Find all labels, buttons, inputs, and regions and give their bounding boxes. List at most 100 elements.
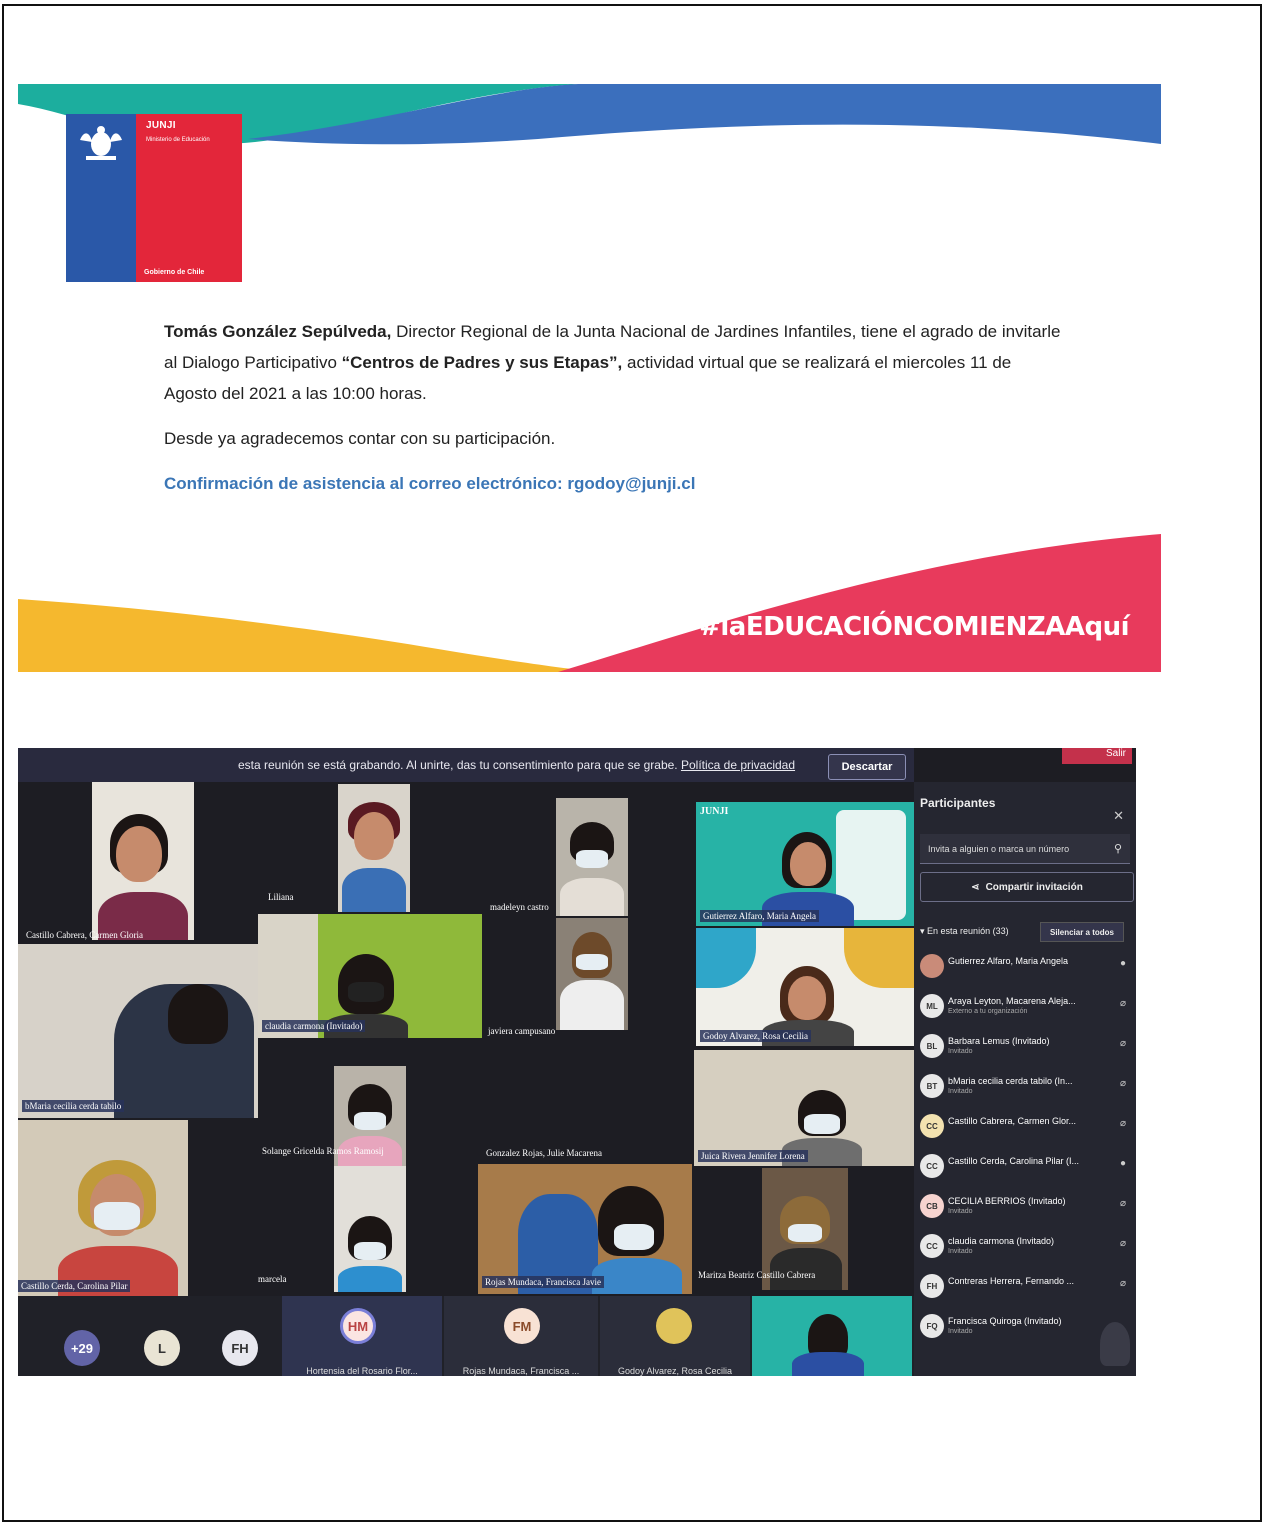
tile-name: Castillo Cerda, Carolina Pilar: [18, 1280, 131, 1292]
participant-row[interactable]: BL Barbara Lemus (Invitado) Invitado ⌀: [918, 1028, 1132, 1066]
close-icon[interactable]: ✕: [1113, 808, 1124, 824]
participant-tile[interactable]: Godoy Alvarez, Rosa Cecilia: [600, 1296, 750, 1376]
sender-name: Tomás González Sepúlveda,: [164, 322, 392, 341]
participant-row[interactable]: CC Castillo Cabrera, Carmen Glor... ⌀: [918, 1108, 1132, 1146]
mic-off-icon: ⌀: [1119, 998, 1126, 1009]
mic-icon: ●: [1119, 958, 1126, 969]
tile-name: madeleyn castro: [490, 902, 549, 912]
mic-off-icon: ⌀: [1119, 1238, 1126, 1249]
privacy-policy-link[interactable]: Política de privacidad: [681, 758, 795, 772]
video-tile[interactable]: [556, 918, 628, 1030]
participant-name: Castillo Cabrera, Carmen Glor...: [948, 1116, 1077, 1126]
avatar: FH: [920, 1274, 944, 1298]
video-tile[interactable]: [334, 1166, 406, 1292]
mic-off-icon: ⌀: [1119, 1078, 1126, 1089]
video-tile[interactable]: Godoy Alvarez, Rosa Cecilia: [696, 928, 914, 1046]
participant-name: Rojas Mundaca, Francisca ...: [462, 1366, 580, 1376]
participant-name: Gutierrez Alfaro, Maria Angela: [948, 956, 1069, 966]
tile-name: javiera campusano: [488, 1026, 556, 1036]
participant-name: claudia carmona (Invitado): [948, 1236, 1055, 1246]
invitation-paragraph: Tomás González Sepúlveda, Director Regio…: [164, 316, 1064, 409]
participant-tile[interactable]: HM Hortensia del Rosario Flor...: [282, 1296, 442, 1376]
junji-logo: JUNJI Ministerio de Educación Gobierno d…: [66, 114, 242, 282]
participant-row[interactable]: FH Contreras Herrera, Fernando ... ⌀: [918, 1268, 1132, 1306]
tile-name: Juica Rivera Jennifer Lorena: [698, 1150, 808, 1162]
participants-panel: Participantes ✕ Invita a alguien o marca…: [914, 782, 1136, 1376]
video-tile[interactable]: claudia carmona (Invitado): [258, 914, 482, 1038]
self-video-thumbnail: [1100, 1322, 1130, 1366]
leave-button[interactable]: Salir: [1062, 748, 1132, 764]
tile-brand: JUNJI: [700, 806, 729, 817]
video-tile[interactable]: Castillo Cerda, Carolina Pilar: [18, 1120, 188, 1296]
share-label: Compartir invitación: [985, 881, 1083, 893]
participant-name: Godoy Alvarez, Rosa Cecilia: [617, 1366, 733, 1376]
participant-subtitle: Invitado: [948, 1088, 973, 1095]
participant-tile[interactable]: FM Rojas Mundaca, Francisca ...: [444, 1296, 598, 1376]
avatar[interactable]: FH: [222, 1330, 258, 1366]
participant-name: Barbara Lemus (Invitado): [948, 1036, 1050, 1046]
video-tile[interactable]: [556, 798, 628, 916]
tile-name: marcela: [258, 1274, 287, 1284]
participant-row[interactable]: CB CECILIA BERRIOS (Invitado) Invitado ⌀: [918, 1188, 1132, 1226]
hashtag: #laEDUCACIÓNCOMIENZAAquí: [699, 612, 1129, 642]
recording-message: esta reunión se está grabando. Al unirte…: [238, 758, 795, 772]
confirmation-email[interactable]: Confirmación de asistencia al correo ele…: [164, 468, 1064, 499]
participant-row[interactable]: CC claudia carmona (Invitado) Invitado ⌀: [918, 1228, 1132, 1266]
mute-all-button[interactable]: Silenciar a todos: [1040, 922, 1124, 942]
tile-name: Liliana: [268, 892, 294, 902]
share-icon: ⋖: [971, 881, 980, 893]
thanks-paragraph: Desde ya agradecemos contar con su parti…: [164, 429, 556, 448]
participant-name: bMaria cecilia cerda tabilo (In...: [948, 1076, 1073, 1086]
event-title: “Centros de Padres y sus Etapas”,: [341, 353, 623, 372]
dismiss-button[interactable]: Descartar: [828, 754, 906, 780]
mic-off-icon: ⌀: [1119, 1038, 1126, 1049]
avatar: ML: [920, 994, 944, 1018]
tile-name: Godoy Alvarez, Rosa Cecilia: [700, 1030, 811, 1042]
mic-off-icon: ⌀: [1119, 1278, 1126, 1289]
avatar: [920, 954, 944, 978]
participant-subtitle: Invitado: [948, 1248, 973, 1255]
avatar: FQ: [920, 1314, 944, 1338]
avatar: HM: [340, 1308, 376, 1344]
invitation-body: Tomás González Sepúlveda, Director Regio…: [164, 316, 1064, 513]
participant-row[interactable]: Gutierrez Alfaro, Maria Angela ●: [918, 948, 1132, 986]
participant-row[interactable]: CC Castillo Cerda, Carolina Pilar (I... …: [918, 1148, 1132, 1186]
avatar: CC: [920, 1234, 944, 1258]
video-tile[interactable]: [338, 784, 410, 912]
avatar: CC: [920, 1114, 944, 1138]
participant-name: CECILIA BERRIOS (Invitado): [948, 1196, 1066, 1206]
participant-subtitle: Invitado: [948, 1328, 973, 1335]
video-tile[interactable]: Rojas Mundaca, Francisca Javie: [478, 1164, 692, 1294]
search-icon[interactable]: ⚲: [1114, 842, 1122, 855]
mic-off-icon: ⌀: [1119, 1198, 1126, 1209]
participant-name: Contreras Herrera, Fernando ...: [948, 1276, 1075, 1286]
tile-name: claudia carmona (Invitado): [262, 1020, 366, 1032]
participant-tile[interactable]: [752, 1296, 912, 1376]
teams-meeting-screenshot: Castillo Cabrera, Carmen Gloria Liliana …: [18, 748, 1136, 1376]
participant-name: Castillo Cerda, Carolina Pilar (I...: [948, 1156, 1080, 1166]
video-tile[interactable]: [92, 772, 194, 940]
avatar: BT: [920, 1074, 944, 1098]
logo-org: JUNJI: [146, 120, 176, 131]
tile-name: Maritza Beatriz Castillo Cabrera: [698, 1270, 816, 1280]
video-tile[interactable]: Gutierrez Alfaro, Maria Angela: [696, 802, 914, 926]
invite-search-input[interactable]: Invita a alguien o marca un número ⚲: [920, 834, 1130, 864]
in-meeting-header[interactable]: ▾ En esta reunión (33): [920, 926, 1009, 937]
video-tile[interactable]: [334, 1066, 406, 1176]
participant-row[interactable]: BT bMaria cecilia cerda tabilo (In... In…: [918, 1068, 1132, 1106]
video-tile[interactable]: bMaria cecilia cerda tabilo: [18, 944, 258, 1118]
video-tile[interactable]: Juica Rivera Jennifer Lorena: [694, 1050, 914, 1166]
share-invite-button[interactable]: ⋖ Compartir invitación: [920, 872, 1134, 902]
mic-icon: ●: [1119, 1158, 1126, 1169]
recording-banner: esta reunión se está grabando. Al unirte…: [18, 748, 914, 782]
mic-off-icon: ⌀: [1119, 1118, 1126, 1129]
avatar[interactable]: L: [144, 1330, 180, 1366]
more-participants-button[interactable]: +29: [64, 1330, 100, 1366]
logo-ministry: Ministerio de Educación: [146, 137, 210, 143]
avatar: CC: [920, 1154, 944, 1178]
participant-name: Francisca Quiroga (Invitado): [948, 1316, 1062, 1326]
participant-row[interactable]: ML Araya Leyton, Macarena Aleja... Exter…: [918, 988, 1132, 1026]
avatar: CB: [920, 1194, 944, 1218]
invitation-card: JUNJI Ministerio de Educación Gobierno d…: [18, 84, 1161, 672]
avatar: BL: [920, 1034, 944, 1058]
